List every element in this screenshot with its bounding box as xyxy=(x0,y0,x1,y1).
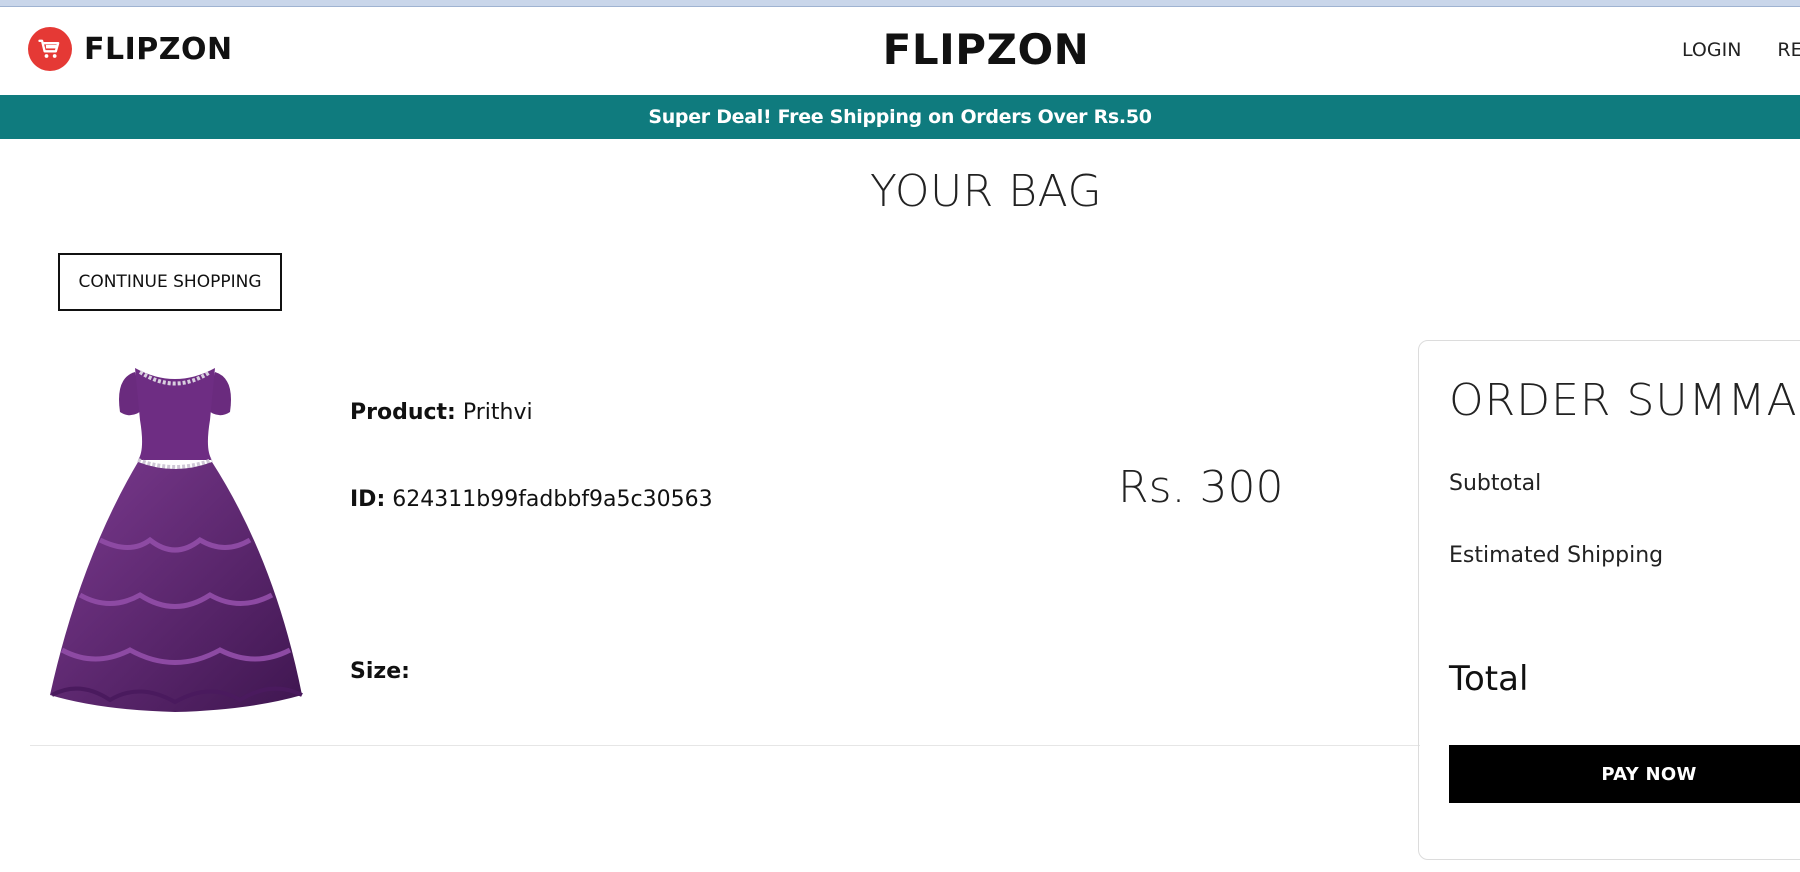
order-summary-panel: ORDER SUMMARY Subtotal Estimated Shippin… xyxy=(1418,340,1800,860)
pay-now-label: PAY NOW xyxy=(1601,763,1697,785)
nav-links: LOGIN RE xyxy=(1682,39,1800,61)
product-size-row: Size: xyxy=(350,659,410,684)
product-id: 624311b99fadbbf9a5c30563 xyxy=(392,487,713,512)
register-link[interactable]: RE xyxy=(1777,39,1800,61)
product-name-row: Product: Prithvi xyxy=(350,400,533,425)
product-name: Prithvi xyxy=(462,400,533,425)
login-link[interactable]: LOGIN xyxy=(1682,39,1741,61)
product-id-row: ID: 624311b99fadbbf9a5c30563 xyxy=(350,487,713,512)
pay-now-button[interactable]: PAY NOW xyxy=(1449,745,1800,803)
item-price: Rs. 300 xyxy=(1118,462,1284,513)
navbar: FLIPZON FLIPZON LOGIN RE xyxy=(0,7,1800,95)
continue-shopping-label: CONTINUE SHOPPING xyxy=(78,272,262,292)
size-label: Size: xyxy=(350,659,410,684)
product-label: Product: xyxy=(350,400,456,425)
estimated-shipping-label: Estimated Shipping xyxy=(1449,543,1664,568)
order-summary-title: ORDER SUMMARY xyxy=(1449,375,1800,426)
site-title: FLIPZON xyxy=(882,25,1090,74)
page-title: YOUR BAG xyxy=(869,166,1103,217)
subtotal-label: Subtotal xyxy=(1449,471,1542,496)
total-label: Total xyxy=(1449,659,1529,699)
browser-top-strip xyxy=(0,0,1800,7)
item-divider xyxy=(30,745,1420,746)
announcement-bar: Super Deal! Free Shipping on Orders Over… xyxy=(0,95,1800,139)
id-label: ID: xyxy=(350,487,386,512)
continue-shopping-button[interactable]: CONTINUE SHOPPING xyxy=(58,253,282,311)
announcement-text: Super Deal! Free Shipping on Orders Over… xyxy=(648,106,1152,128)
product-image xyxy=(40,350,310,735)
